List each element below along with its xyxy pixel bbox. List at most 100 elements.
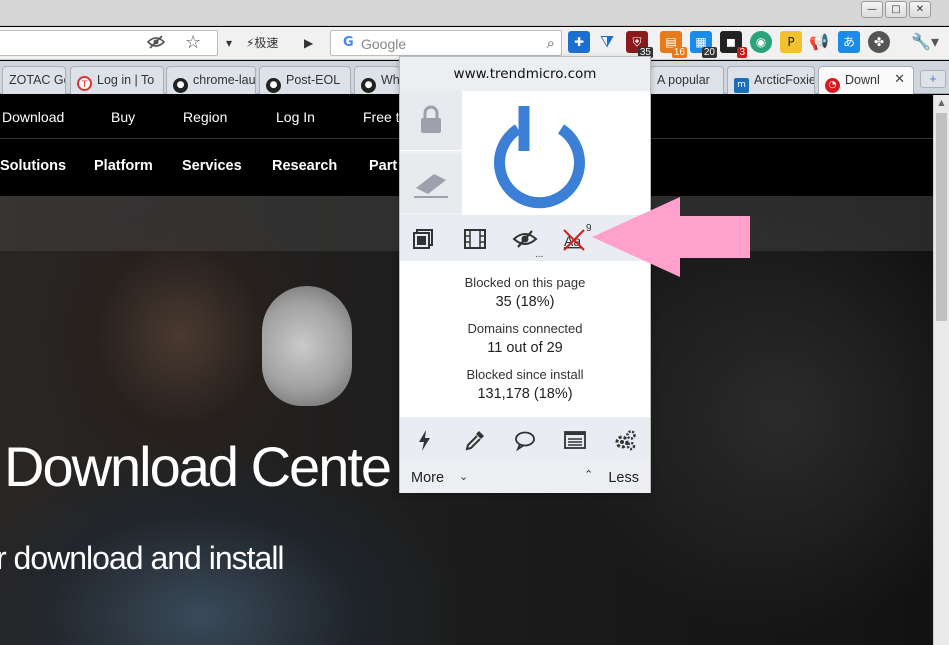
popup-blocking-toggle[interactable] <box>411 226 437 252</box>
tab-download-center[interactable]: ◔ Downl ✕ <box>818 66 914 94</box>
tab-label: Post-EOL <box>286 73 341 87</box>
popup-window-icon <box>413 229 433 249</box>
ublock-extension-icon[interactable]: ⛨ 35 <box>626 31 653 58</box>
grid-plus-extension-icon[interactable]: ✚ <box>568 31 590 53</box>
tab-label: ArcticFoxie <box>754 73 815 87</box>
search-icon[interactable]: ⌕ <box>547 34 555 52</box>
page-scrollbar[interactable]: ▲ <box>933 95 949 645</box>
megaphone-extension-icon[interactable]: 📢 <box>808 31 830 53</box>
github-icon: ● <box>361 78 376 93</box>
play-icon[interactable]: ▶ <box>304 33 313 53</box>
popup-more-less-bar: More ⌄ ⌃ Less <box>400 461 650 493</box>
title-bar: — □ ✕ <box>0 0 949 26</box>
film-icon <box>464 229 486 249</box>
yellow-extension-icon[interactable]: P <box>780 31 802 53</box>
filter-extension-icon[interactable]: ⧩ <box>596 31 618 53</box>
eyedropper-icon <box>465 431 484 451</box>
less-button[interactable]: Less <box>608 470 639 486</box>
tab-chrome-launcher[interactable]: ● chrome-lau <box>166 66 256 94</box>
logger-button[interactable] <box>562 427 588 453</box>
stat-domains-value: 11 out of 29 <box>487 340 563 356</box>
lock-icon <box>421 105 441 133</box>
zapper-button[interactable] <box>412 427 438 453</box>
lock-button[interactable] <box>400 91 462 151</box>
translate-extension-icon[interactable]: あ <box>838 31 860 53</box>
popup-side-panel <box>400 91 462 215</box>
bookmark-star-icon[interactable]: ☆ <box>185 32 201 53</box>
chevron-up-icon[interactable]: ⌃ <box>584 468 593 481</box>
report-button[interactable] <box>512 427 538 453</box>
nav-region[interactable]: Region <box>183 109 227 125</box>
list-window-icon <box>564 431 586 449</box>
dashboard-button[interactable] <box>612 427 638 453</box>
scroll-thumb[interactable] <box>936 113 947 321</box>
tab-label: Downl <box>845 73 880 87</box>
nav-download[interactable]: Download <box>2 109 64 125</box>
tools-ellipsis: ... <box>535 249 544 260</box>
tab-log-in[interactable]: T Log in | To <box>70 66 164 94</box>
trendmicro-favicon-icon: ◔ <box>825 78 840 93</box>
nav-solutions[interactable]: Solutions <box>0 158 66 174</box>
calendar-extension-badge: 20 <box>701 47 717 58</box>
nav-services[interactable]: Services <box>182 158 242 174</box>
tab-close-icon[interactable]: ✕ <box>894 72 905 87</box>
eye-slash-icon[interactable] <box>146 34 166 54</box>
stat-blocked-page-value: 35 (18%) <box>495 294 555 310</box>
tab-label: chrome-lau <box>193 73 256 87</box>
nav-log-in[interactable]: Log In <box>276 109 315 125</box>
search-placeholder: Google <box>361 36 407 52</box>
eraser-icon <box>414 174 448 198</box>
m-favicon-icon: m <box>734 78 749 93</box>
tab-label: Log in | To <box>97 73 155 87</box>
hero-title: Download Cente <box>4 435 392 498</box>
green-circle-extension-icon[interactable]: ◉ <box>750 31 772 53</box>
tab-a-popular[interactable]: A popular <box>650 66 724 94</box>
google-icon: G <box>343 35 354 50</box>
tab-post-eol[interactable]: ● Post-EOL <box>259 66 351 94</box>
nav-buy[interactable]: Buy <box>111 109 135 125</box>
tab-arcticfoxie[interactable]: m ArcticFoxie <box>727 66 815 94</box>
more-button[interactable]: More <box>411 470 444 486</box>
new-tab-button[interactable]: + <box>920 70 946 88</box>
hero-subtitle: r download and install <box>0 540 285 576</box>
maximize-button[interactable]: □ <box>885 1 907 18</box>
puzzle-extension-icon[interactable]: ✤ <box>868 31 890 53</box>
close-window-button[interactable]: ✕ <box>909 1 931 18</box>
nav-partners[interactable]: Part <box>369 158 397 174</box>
wrench-menu-icon[interactable]: 🔧▾ <box>910 31 940 53</box>
tab-zotac[interactable]: ZOTAC Ge <box>2 66 66 94</box>
dark-extension-icon[interactable]: ◼ 3 <box>720 31 747 58</box>
search-box[interactable]: G Google ⌕ <box>330 30 562 56</box>
speed-mode-button[interactable]: ⚡极速 <box>246 33 278 53</box>
nav-free-trials[interactable]: Free t <box>363 109 400 125</box>
popup-hostname: www.trendmicro.com <box>400 57 650 91</box>
headphone-image <box>262 286 352 406</box>
t-favicon-icon: T <box>77 76 92 91</box>
orange-extension-icon[interactable]: ▤ 16 <box>660 31 687 58</box>
popup-actions-row <box>400 417 650 461</box>
address-bar[interactable]: ☆ <box>0 30 218 56</box>
minimize-button[interactable]: — <box>861 1 883 18</box>
tab-label: A popular <box>657 73 710 87</box>
stat-domains-label: Domains connected <box>467 321 583 336</box>
scroll-up-arrow-icon[interactable]: ▲ <box>934 95 949 111</box>
stat-blocked-install-value: 131,178 (18%) <box>477 386 573 402</box>
tab-wh[interactable]: ● Wh <box>354 66 400 94</box>
tab-label: ZOTAC Ge <box>9 73 66 87</box>
eraser-button[interactable] <box>400 153 462 213</box>
dropdown-icon[interactable]: ▾ <box>226 33 232 53</box>
nav-platform[interactable]: Platform <box>94 158 153 174</box>
popup-stats: Blocked on this page 35 (18%) Domains co… <box>400 261 650 417</box>
tab-label: Wh <box>381 73 400 87</box>
chevron-down-icon[interactable]: ⌄ <box>459 470 468 483</box>
github-icon: ● <box>173 78 188 93</box>
dark-extension-badge: 3 <box>737 47 747 58</box>
media-blocking-toggle[interactable] <box>462 226 488 252</box>
calendar-extension-icon[interactable]: ▦ 20 <box>690 31 717 58</box>
stat-blocked-install-label: Blocked since install <box>466 367 584 382</box>
gears-icon <box>615 430 636 451</box>
annotation-arrow-icon <box>592 197 750 277</box>
nav-research[interactable]: Research <box>272 158 337 174</box>
orange-extension-badge: 16 <box>671 47 687 58</box>
picker-button[interactable] <box>462 427 488 453</box>
